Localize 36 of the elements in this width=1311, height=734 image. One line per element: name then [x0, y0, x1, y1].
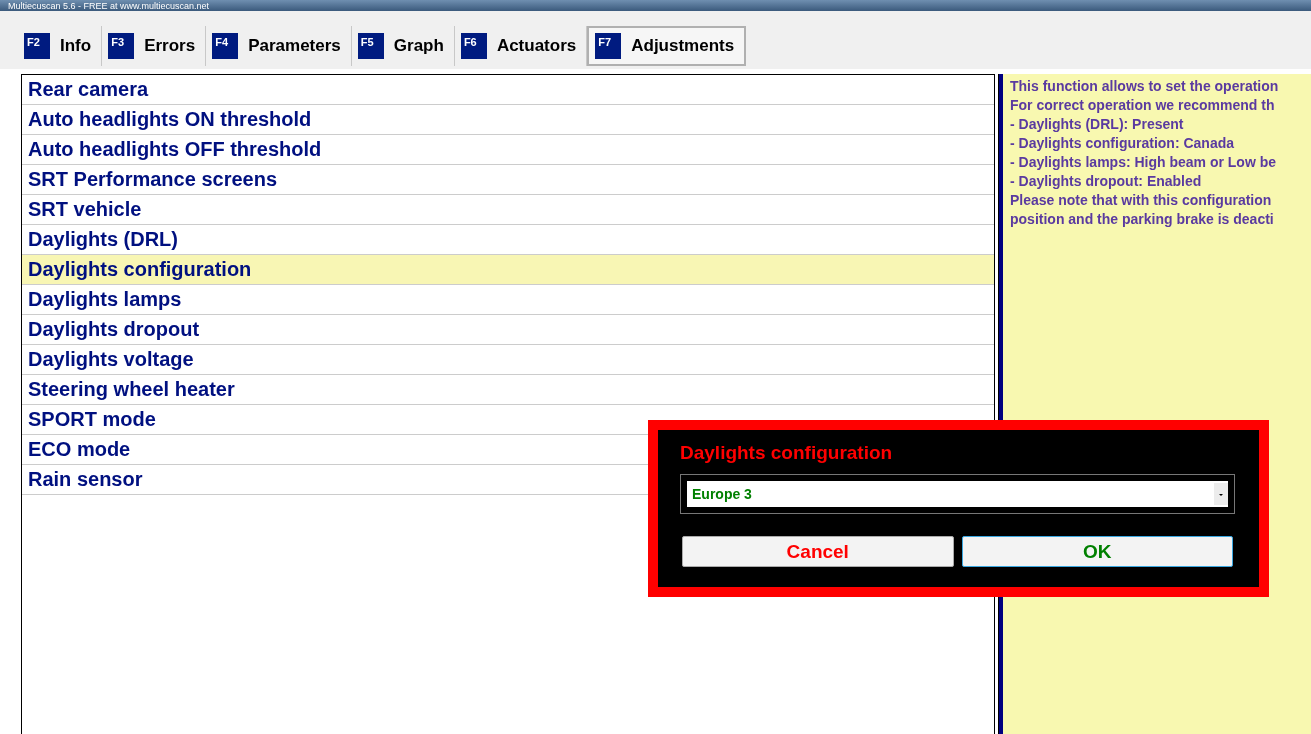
- tab[interactable]: F2 Info: [18, 26, 103, 66]
- info-text: For correct operation we recommend th: [1010, 96, 1276, 115]
- key-badge: F5: [357, 33, 384, 59]
- dialog-title: Daylights configuration: [680, 442, 894, 464]
- list-item[interactable]: Rear camera: [22, 75, 994, 105]
- info-text: Please note that with this configuration: [1010, 191, 1273, 210]
- list-item[interactable]: Daylights configuration: [22, 255, 994, 285]
- tab[interactable]: F4 Parameters: [206, 26, 352, 66]
- tab[interactable]: F5 Graph: [351, 26, 455, 66]
- key-badge: F7: [595, 33, 622, 59]
- list-item[interactable]: SRT vehicle: [22, 195, 994, 225]
- window-title: Multiecuscan 5.6 - FREE at www.multiecuscan.net: [8, 0, 210, 11]
- key-badge: F6: [460, 33, 487, 59]
- key-badge: F2: [24, 33, 50, 59]
- key-badge: F3: [108, 33, 135, 59]
- key-badge: F4: [212, 33, 239, 59]
- list-item[interactable]: SRT Performance screens: [22, 165, 994, 195]
- list-item[interactable]: Auto headlights OFF threshold: [22, 135, 994, 165]
- info-text: - Daylights configuration: Canada: [1010, 134, 1235, 153]
- list-item[interactable]: Daylights dropout: [22, 315, 994, 345]
- caret-icon: [1214, 483, 1228, 505]
- info-text: - Daylights dropout: Enabled: [1010, 172, 1203, 191]
- list-item[interactable]: Daylights voltage: [22, 345, 994, 375]
- dropdown-field[interactable]: Europe 3: [687, 481, 1228, 507]
- tab[interactable]: F6 Actuators: [454, 26, 588, 66]
- info-text: position and the parking brake is deacti: [1010, 210, 1275, 229]
- info-text: - Daylights lamps: High beam or Low be: [1010, 153, 1278, 172]
- info-text: This function allows to set the operation: [1010, 77, 1280, 96]
- list-item[interactable]: Steering wheel heater: [22, 375, 994, 405]
- cancel-button[interactable]: Cancel: [682, 536, 954, 567]
- info-text: - Daylights (DRL): Present: [1010, 115, 1185, 134]
- ok-button[interactable]: OK: [961, 536, 1233, 567]
- tab[interactable]: F3 Errors: [102, 26, 207, 66]
- list-item[interactable]: Daylights lamps: [22, 285, 994, 315]
- list-item[interactable]: Auto headlights ON threshold: [22, 105, 994, 135]
- tab[interactable]: F7 Adjustments: [587, 26, 747, 66]
